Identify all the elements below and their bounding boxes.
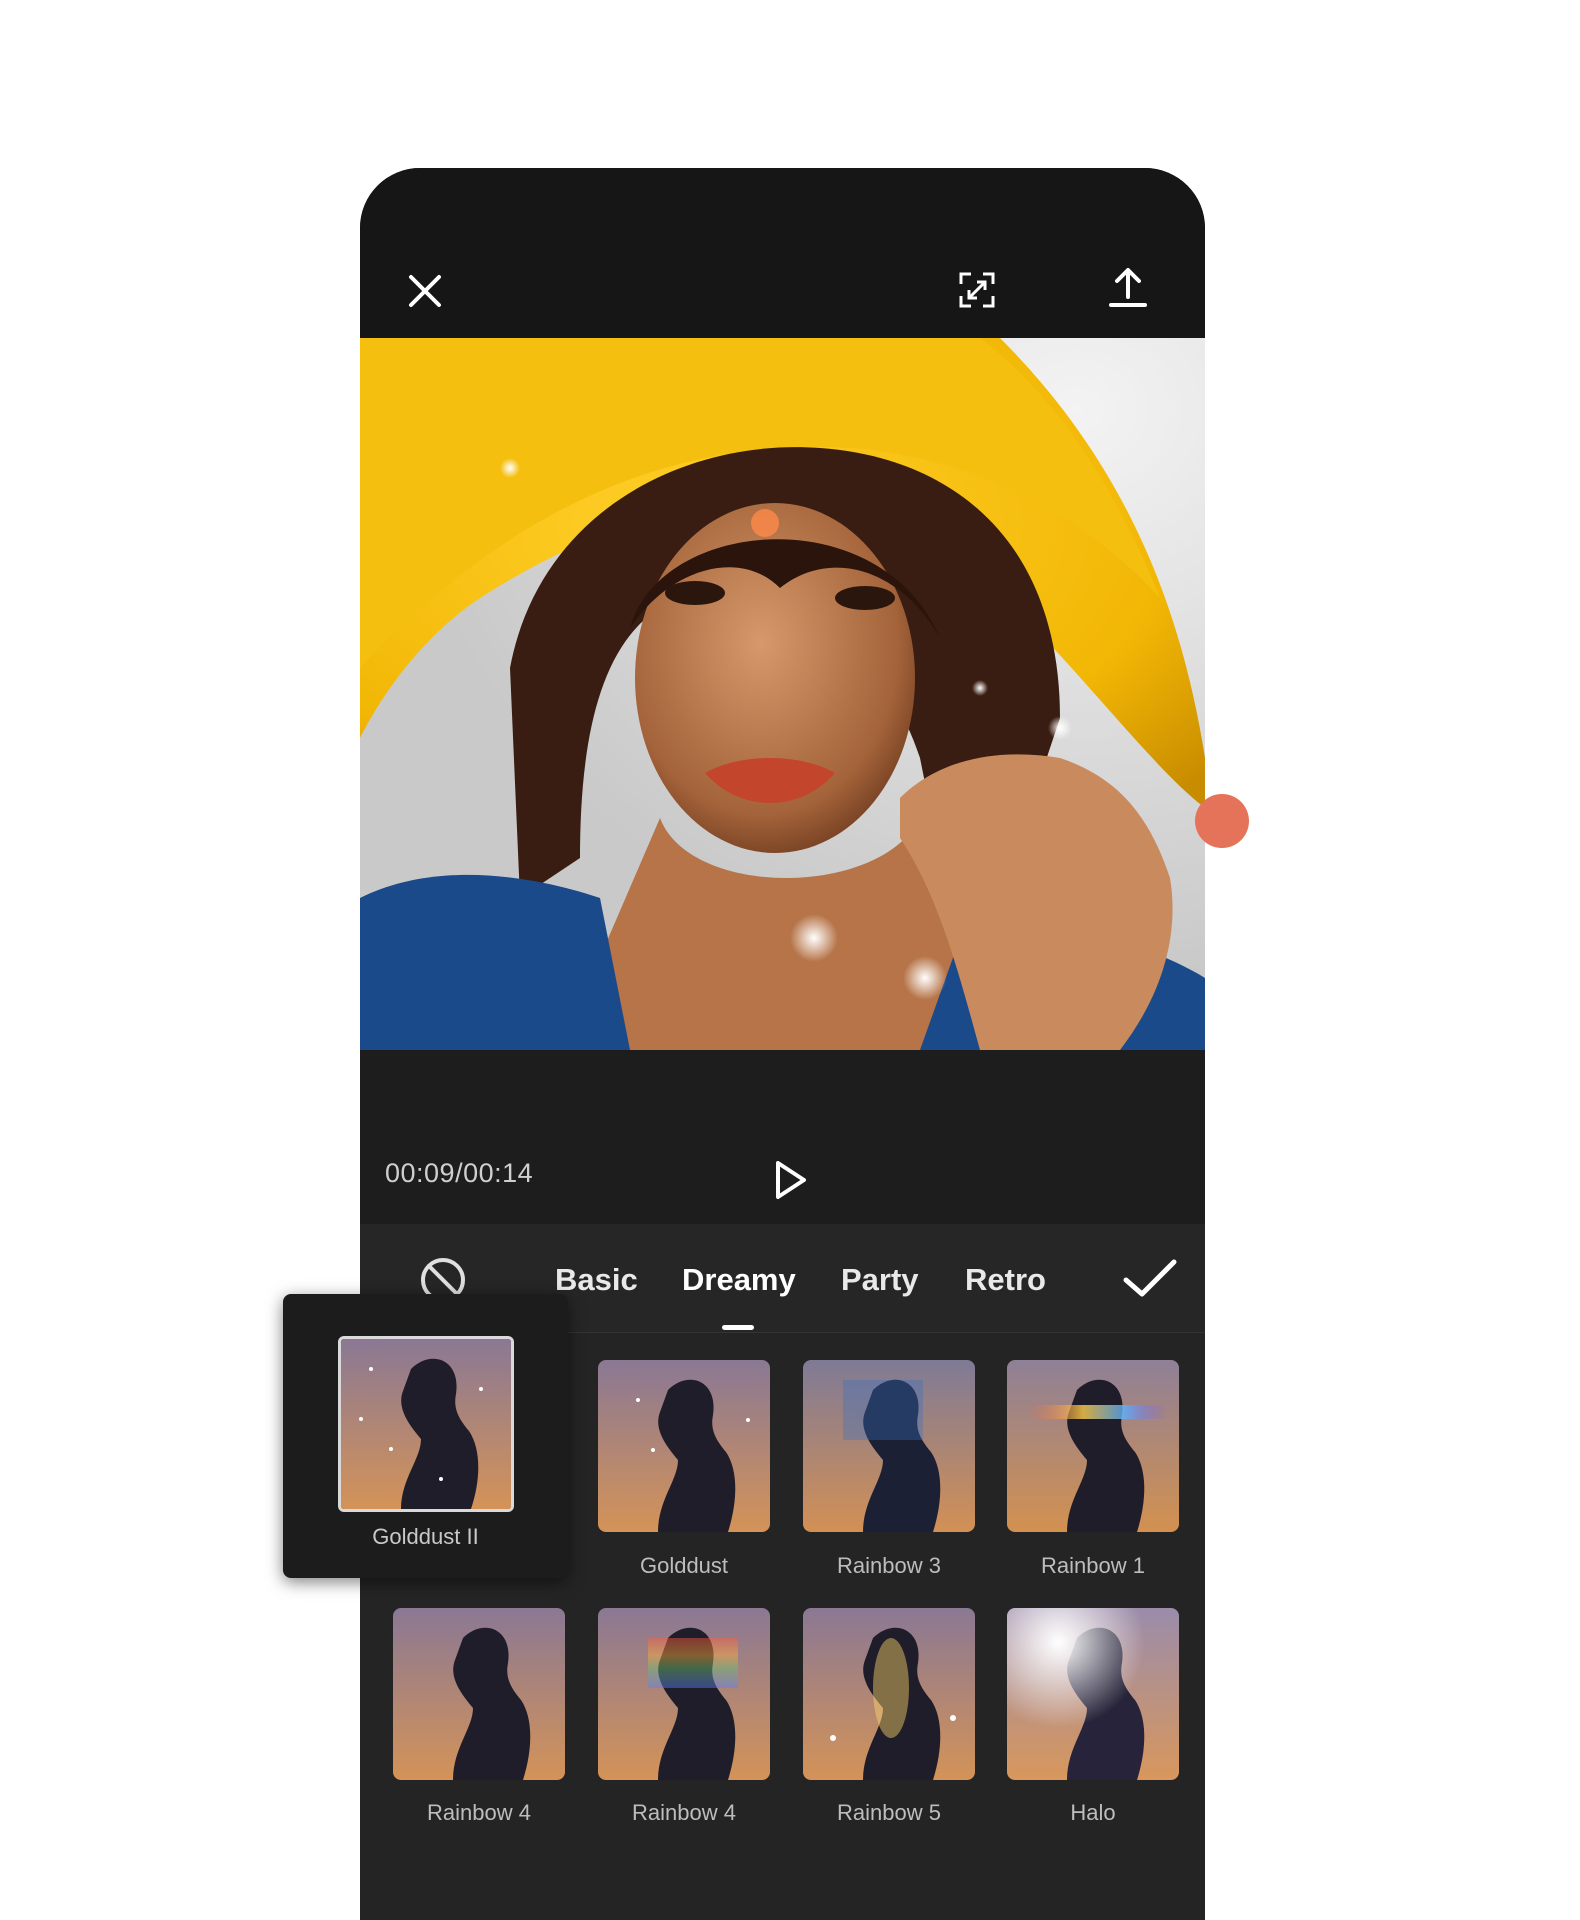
tab-party[interactable]: Party <box>841 1258 919 1302</box>
filter-preview-image <box>1007 1360 1179 1532</box>
active-tab-indicator <box>722 1325 754 1330</box>
filter-label-rainbow-5: Rainbow 5 <box>837 1800 941 1825</box>
timecode: 00:09/00:14 <box>385 1158 534 1188</box>
popup-filter-label: Golddust II <box>372 1524 479 1549</box>
export-button[interactable] <box>1100 260 1156 316</box>
tab-dreamy[interactable]: Dreamy <box>682 1258 796 1302</box>
filter-thumb-rainbow-3[interactable] <box>803 1360 975 1532</box>
filter-preview-image <box>803 1360 975 1532</box>
filter-thumb-halo[interactable] <box>1007 1608 1179 1780</box>
close-button[interactable] <box>400 266 450 316</box>
fullscreen-button[interactable] <box>952 265 1002 315</box>
filter-thumb-rainbow-5[interactable] <box>803 1608 975 1780</box>
fullscreen-icon <box>959 272 995 308</box>
export-icon <box>1109 268 1147 307</box>
tab-retro[interactable]: Retro <box>965 1258 1046 1302</box>
confirm-button[interactable] <box>1120 1248 1180 1308</box>
filter-preview-popup: Golddust II <box>283 1294 568 1578</box>
filter-label-golddust: Golddust <box>639 1553 729 1578</box>
tab-basic[interactable]: Basic <box>555 1258 638 1302</box>
filter-preview-image <box>803 1608 975 1780</box>
filter-thumb-golddust[interactable] <box>598 1360 770 1532</box>
preview-image <box>360 338 1205 1050</box>
filter-preview-image <box>598 1360 770 1532</box>
filter-preview-image <box>598 1608 770 1780</box>
check-icon <box>1123 1259 1177 1297</box>
filter-thumb-rainbow-4-b[interactable] <box>598 1608 770 1780</box>
popup-filter-thumb[interactable] <box>338 1336 514 1512</box>
top-toolbar <box>360 168 1205 338</box>
phone-frame: 00:09/00:14 Basic Dreamy Party Retro Gol… <box>360 168 1205 1920</box>
filter-label-rainbow-4-b: Rainbow 4 <box>632 1800 736 1825</box>
filter-label-rainbow-4-a: Rainbow 4 <box>427 1800 531 1825</box>
filter-label-rainbow-1: Rainbow 1 <box>1041 1553 1145 1578</box>
filter-thumb-rainbow-4-a[interactable] <box>393 1608 565 1780</box>
close-icon <box>409 275 441 307</box>
play-icon <box>776 1161 806 1199</box>
touch-indicator-dot <box>1195 794 1249 848</box>
filter-preview-image <box>341 1339 511 1509</box>
filter-label-halo: Halo <box>1070 1800 1116 1825</box>
filter-thumb-rainbow-1[interactable] <box>1007 1360 1179 1532</box>
filter-preview-image <box>393 1608 565 1780</box>
play-button[interactable] <box>760 1150 820 1210</box>
filter-preview-image <box>1007 1608 1179 1780</box>
video-preview[interactable] <box>360 338 1205 1050</box>
filter-label-rainbow-3: Rainbow 3 <box>837 1553 941 1578</box>
